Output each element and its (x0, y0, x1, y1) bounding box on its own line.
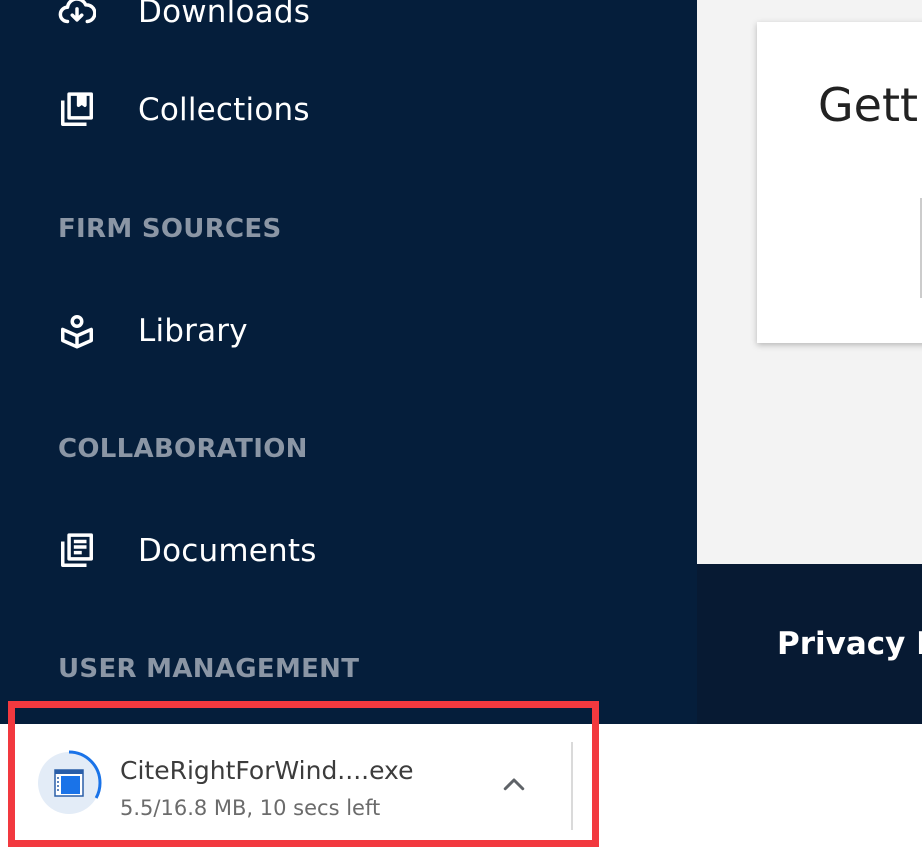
download-filename: CiteRightForWind....exe (120, 756, 414, 785)
privacy-policy-link[interactable]: Privacy P (777, 626, 922, 662)
exe-file-icon (36, 750, 102, 816)
sidebar-item-documents[interactable]: Documents (0, 521, 697, 581)
section-heading-collaboration: COLLABORATION (58, 434, 308, 464)
documents-icon (58, 532, 96, 570)
section-heading-user-management: USER MANAGEMENT (58, 654, 360, 684)
card-title: Getti (818, 78, 922, 132)
sidebar-item-label: Library (138, 313, 248, 349)
sidebar-item-downloads[interactable]: Downloads (0, 0, 697, 42)
collections-bookmark-icon (58, 91, 96, 129)
library-reader-icon (58, 312, 96, 350)
footer: Privacy P (697, 564, 922, 724)
sidebar-item-collections[interactable]: Collections (0, 80, 697, 140)
section-heading-firm-sources: FIRM SOURCES (58, 214, 282, 244)
getting-started-card: Getti (757, 22, 922, 343)
download-divider (571, 742, 573, 830)
sidebar-item-library[interactable]: Library (0, 301, 697, 361)
sidebar-item-label: Collections (138, 92, 310, 128)
sidebar-item-label: Downloads (138, 0, 311, 30)
download-status: 5.5/16.8 MB, 10 secs left (120, 796, 381, 820)
sidebar-item-label: Documents (138, 533, 317, 569)
chevron-up-icon[interactable] (496, 767, 532, 803)
sidebar: Downloads Collections FIRM SOURCES Libra… (0, 0, 697, 724)
cloud-download-icon (58, 0, 96, 31)
